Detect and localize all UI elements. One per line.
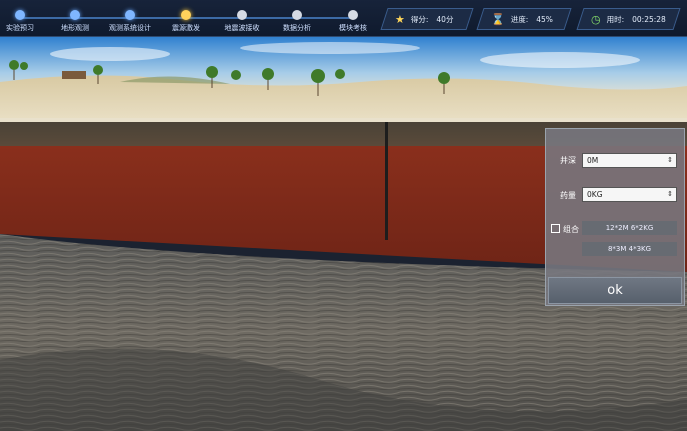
step-dot — [181, 10, 191, 20]
dose-value: 0KG — [587, 190, 603, 199]
depth-label: 井深 — [560, 156, 576, 165]
combo-checkbox[interactable] — [551, 224, 560, 233]
step-dot — [70, 10, 80, 20]
score-label: 得分: — [410, 14, 429, 24]
step-module-exam[interactable]: 模块考核 — [317, 10, 389, 33]
score-value: 40分 — [436, 14, 454, 24]
select-arrows-icon: ⇕ — [667, 156, 673, 164]
clock-icon: ◷ — [591, 12, 601, 26]
ok-button[interactable]: ok — [548, 277, 682, 304]
select-arrows-icon: ⇕ — [667, 190, 673, 198]
step-dot — [237, 10, 247, 20]
step-label: 模块考核 — [339, 24, 367, 32]
time-box: ◷ 用时: 00:25:28 — [576, 8, 681, 30]
progress-label: 进度: — [510, 14, 529, 24]
combo-option-1[interactable]: 12*2M 6*2KG — [582, 221, 677, 235]
dose-select[interactable]: 0KG ⇕ — [582, 187, 677, 202]
progress-box: ⌛ 进度: 45% — [476, 8, 572, 30]
depth-select[interactable]: 0M ⇕ — [582, 153, 677, 168]
depth-value: 0M — [587, 156, 599, 165]
combo-option-2[interactable]: 8*3M 4*3KG — [582, 242, 677, 256]
time-value: 00:25:28 — [632, 14, 666, 24]
top-bar: 实验预习 地形观测 观测系统设计 震源激发 地震波接收 数据分析 模块考核 ★ … — [0, 0, 687, 37]
step-dot — [292, 10, 302, 20]
progress-value: 45% — [536, 14, 553, 24]
score-box: ★ 得分: 40分 — [380, 8, 474, 30]
step-dot — [125, 10, 135, 20]
source-parameter-panel: 井深 0M ⇕ 药量 0KG ⇕ 组合 12*2M 6*2KG 8*3M 4*3… — [545, 128, 685, 306]
hourglass-icon: ⌛ — [491, 12, 505, 26]
time-label: 用时: — [606, 14, 625, 24]
medal-icon: ★ — [395, 12, 405, 26]
dose-label: 药量 — [560, 191, 576, 200]
step-dot — [15, 10, 25, 20]
step-dot — [348, 10, 358, 20]
combo-label: 组合 — [563, 225, 579, 234]
